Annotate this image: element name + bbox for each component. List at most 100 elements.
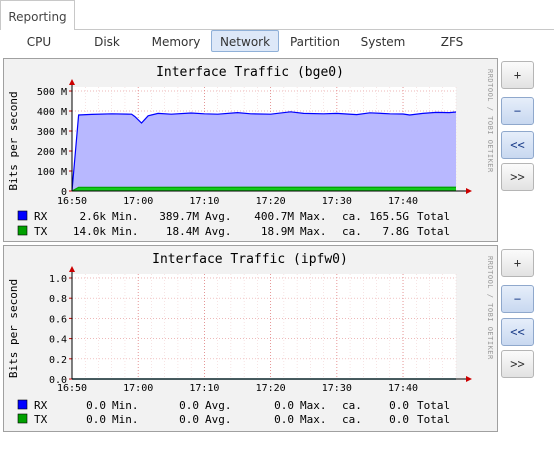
legend-min-value: 0.0 xyxy=(86,399,106,412)
legend-name: TX xyxy=(34,413,48,426)
zoom-in-icon: + xyxy=(513,256,522,270)
x-tick-label: 17:40 xyxy=(388,383,418,394)
legend-avg-word: Avg. xyxy=(205,399,232,412)
x-tick-label: 17:30 xyxy=(322,383,352,394)
zoom-out-button[interactable]: − xyxy=(501,97,534,125)
y-tick-label: 0.4 xyxy=(49,335,67,346)
x-axis-arrow xyxy=(466,376,472,382)
legend-name: TX xyxy=(34,225,48,238)
subtab-zfs[interactable]: ZFS xyxy=(428,30,476,52)
legend-avg-value: 0.0 xyxy=(179,399,199,412)
forward-button[interactable]: >> xyxy=(501,163,534,191)
legend-min-word: Min. xyxy=(112,225,139,238)
x-tick-label: 17:00 xyxy=(123,383,153,394)
legend-total-word: Total xyxy=(417,413,450,426)
zoom-out-button-2[interactable]: − xyxy=(501,285,534,313)
y-axis-label: Bits per second xyxy=(7,91,20,190)
legend-min-value: 2.6k xyxy=(80,210,107,223)
legend-total-word: Total xyxy=(417,225,450,238)
x-tick-label: 17:30 xyxy=(322,196,352,207)
rrdtool-watermark: RRDTOOL / TOBI OETIKER xyxy=(486,256,494,360)
legend-avg-value: 0.0 xyxy=(179,413,199,426)
tab-reporting[interactable]: Reporting xyxy=(0,0,75,30)
subtab-cpu[interactable]: CPU xyxy=(16,30,62,52)
chart-title: Interface Traffic (ipfw0) xyxy=(152,252,348,267)
subtab-memory[interactable]: Memory xyxy=(147,30,205,52)
x-tick-label: 16:50 xyxy=(57,383,87,394)
legend-ca-word: ca. xyxy=(342,210,362,223)
legend-total-value: 7.8G xyxy=(383,225,410,238)
legend-min-word: Min. xyxy=(112,413,139,426)
subtab-system[interactable]: System xyxy=(356,30,410,52)
y-tick-label: 0.2 xyxy=(49,355,67,366)
zoom-in-button[interactable]: + xyxy=(501,61,534,89)
legend-ca-word: ca. xyxy=(342,225,362,238)
legend-total-value: 0.0 xyxy=(389,399,409,412)
subtab-partition[interactable]: Partition xyxy=(285,30,345,52)
legend-max-value: 400.7M xyxy=(254,210,294,223)
legend-min-word: Min. xyxy=(112,210,139,223)
rrdtool-watermark: RRDTOOL / TOBI OETIKER xyxy=(486,69,494,173)
graph-bge0: Interface Traffic (bge0) Bits per second R… xyxy=(3,58,498,242)
x-tick-label: 17:10 xyxy=(189,196,219,207)
graph-ipfw0: Interface Traffic (ipfw0) Bits per second… xyxy=(3,245,498,432)
legend-name: RX xyxy=(34,399,48,412)
y-axis-label: Bits per second xyxy=(7,279,20,378)
x-tick-label: 17:00 xyxy=(123,196,153,207)
subtab-network[interactable]: Network xyxy=(211,30,279,52)
legend-min-value: 14.0k xyxy=(73,225,106,238)
legend-avg-word: Avg. xyxy=(205,413,232,426)
legend-total-word: Total xyxy=(417,210,450,223)
x-tick-label: 16:50 xyxy=(57,196,87,207)
y-tick-label: 100 M xyxy=(37,167,67,178)
back-button-2[interactable]: << xyxy=(501,318,534,346)
legend-avg-value: 18.4M xyxy=(166,225,199,238)
legend-ca-word: ca. xyxy=(342,399,362,412)
legend-total-value: 0.0 xyxy=(389,413,409,426)
subtab-disk[interactable]: Disk xyxy=(83,30,131,52)
legend-swatch-rx xyxy=(17,210,28,221)
legend-swatch-tx xyxy=(17,413,28,424)
legend-ca-word: ca. xyxy=(342,413,362,426)
y-axis-arrow xyxy=(69,266,75,272)
legend-max-word: Max. xyxy=(300,210,327,223)
legend-total-word: Total xyxy=(417,399,450,412)
legend-name: RX xyxy=(34,210,48,223)
legend-swatch-rx xyxy=(17,399,28,410)
subtab-bar: CPU Disk Memory Network Partition System… xyxy=(0,30,554,55)
x-tick-label: 17:10 xyxy=(189,383,219,394)
y-tick-label: 0.8 xyxy=(49,294,67,305)
forward-button-2[interactable]: >> xyxy=(501,350,534,378)
y-tick-label: 200 M xyxy=(37,147,67,158)
legend-max-word: Max. xyxy=(300,399,327,412)
x-tick-label: 17:20 xyxy=(256,196,286,207)
legend-max-value: 0.0 xyxy=(274,399,294,412)
zoom-in-icon: + xyxy=(513,68,522,82)
y-tick-label: 0.6 xyxy=(49,314,67,325)
legend-avg-word: Avg. xyxy=(205,225,232,238)
y-axis-arrow xyxy=(69,79,75,85)
plot-area xyxy=(72,274,456,379)
legend-max-word: Max. xyxy=(300,225,327,238)
back-button[interactable]: << xyxy=(501,131,534,159)
legend-max-value: 0.0 xyxy=(274,413,294,426)
y-tick-label: 500 M xyxy=(37,87,67,98)
legend-min-value: 0.0 xyxy=(86,413,106,426)
zoom-out-icon: − xyxy=(513,104,522,118)
legend-max-value: 18.9M xyxy=(261,225,294,238)
x-axis-arrow xyxy=(466,188,472,194)
y-tick-label: 300 M xyxy=(37,127,67,138)
series-area-rx xyxy=(72,111,456,191)
zoom-out-icon: − xyxy=(513,292,522,306)
y-tick-label: 1.0 xyxy=(49,274,67,285)
y-tick-label: 400 M xyxy=(37,107,67,118)
legend-avg-value: 389.7M xyxy=(159,210,199,223)
x-tick-label: 17:20 xyxy=(256,383,286,394)
legend-swatch-tx xyxy=(17,225,28,236)
x-tick-label: 17:40 xyxy=(388,196,418,207)
legend-min-word: Min. xyxy=(112,399,139,412)
zoom-in-button-2[interactable]: + xyxy=(501,249,534,277)
chart-title: Interface Traffic (bge0) xyxy=(156,65,344,80)
legend-total-value: 165.5G xyxy=(369,210,409,223)
legend-avg-word: Avg. xyxy=(205,210,232,223)
